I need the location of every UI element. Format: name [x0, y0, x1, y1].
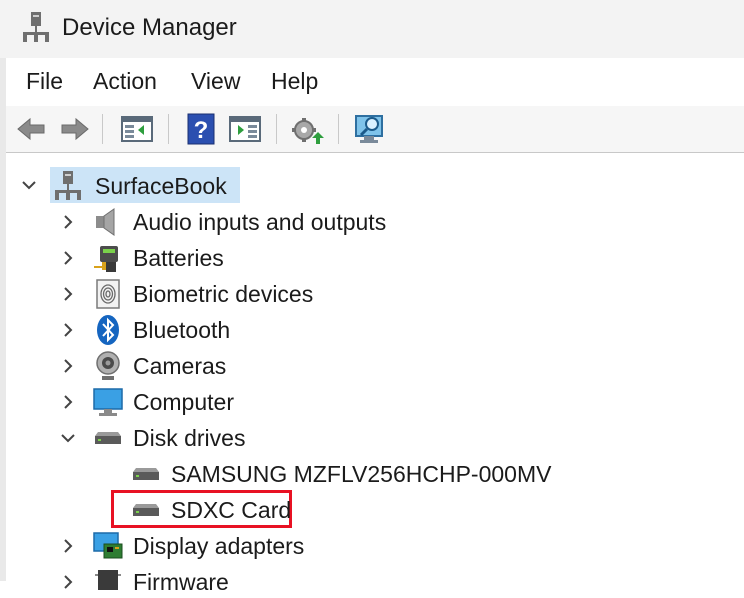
firmware-chip-icon [92, 566, 124, 598]
tree-item-firmware[interactable]: Firmware [133, 569, 229, 596]
forward-arrow-icon[interactable] [58, 112, 92, 146]
tree-item-biometric[interactable]: Biometric devices [133, 281, 313, 308]
toolbar-separator [102, 114, 103, 144]
chevron-right-icon[interactable] [59, 213, 77, 231]
help-icon[interactable]: ? [184, 112, 218, 146]
tree-item-cameras[interactable]: Cameras [133, 353, 226, 380]
toolbar-separator [276, 114, 277, 144]
tree-item-disk-drives[interactable]: Disk drives [133, 425, 245, 452]
bluetooth-icon [92, 314, 124, 346]
disk-drive-icon [92, 422, 124, 454]
tree-item-bluetooth[interactable]: Bluetooth [133, 317, 230, 344]
toolbar: ? [6, 106, 744, 153]
update-driver-icon[interactable] [290, 112, 324, 146]
chevron-down-icon[interactable] [59, 429, 77, 447]
speaker-icon [92, 206, 124, 238]
chevron-right-icon[interactable] [59, 393, 77, 411]
menu-view[interactable]: View [191, 68, 240, 95]
computer-tree-icon [20, 10, 52, 44]
chevron-right-icon[interactable] [59, 249, 77, 267]
scan-hardware-icon[interactable] [352, 112, 386, 146]
webcam-icon [92, 350, 124, 382]
monitor-icon [92, 386, 124, 418]
menu-action[interactable]: Action [93, 68, 157, 95]
title-bar: Device Manager [0, 0, 744, 58]
tree-item-computer[interactable]: Computer [133, 389, 234, 416]
battery-icon [92, 242, 124, 274]
tree-item-audio[interactable]: Audio inputs and outputs [133, 209, 386, 236]
fingerprint-icon [92, 278, 124, 310]
tree-root-surfacebook[interactable]: SurfaceBook [95, 173, 227, 200]
back-arrow-icon[interactable] [14, 112, 48, 146]
svg-text:?: ? [194, 117, 209, 144]
show-hide-console-tree-icon[interactable] [120, 112, 154, 146]
tree-item-display-adapters[interactable]: Display adapters [133, 533, 304, 560]
tree-item-sdxc-card[interactable]: SDXC Card [171, 497, 291, 524]
chevron-right-icon[interactable] [59, 537, 77, 555]
chevron-down-icon[interactable] [20, 176, 38, 194]
disk-drive-icon [130, 494, 162, 526]
chevron-right-icon[interactable] [59, 321, 77, 339]
tree-item-samsung-drive[interactable]: SAMSUNG MZFLV256HCHP-000MV [171, 461, 551, 488]
toolbar-separator [338, 114, 339, 144]
menu-bar: File Action View Help [6, 58, 744, 106]
chevron-right-icon[interactable] [59, 573, 77, 591]
disk-drive-icon [130, 458, 162, 490]
computer-tree-icon [52, 169, 84, 201]
chevron-right-icon[interactable] [59, 357, 77, 375]
menu-help[interactable]: Help [271, 68, 318, 95]
chevron-right-icon[interactable] [59, 285, 77, 303]
display-adapter-icon [92, 530, 124, 562]
show-action-pane-icon[interactable] [228, 112, 262, 146]
device-tree: SurfaceBook Audio inputs and outputs Bat… [6, 153, 744, 595]
menu-file[interactable]: File [26, 68, 63, 95]
toolbar-separator [168, 114, 169, 144]
tree-item-batteries[interactable]: Batteries [133, 245, 224, 272]
window-title: Device Manager [62, 14, 237, 41]
